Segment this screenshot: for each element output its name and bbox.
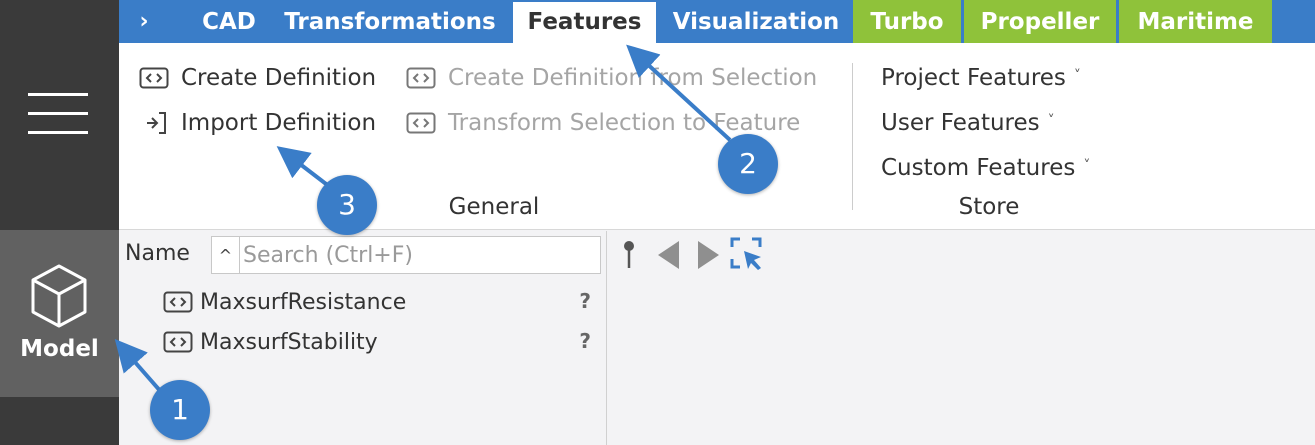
arrow-3 <box>276 146 332 189</box>
arrow-2 <box>626 44 732 142</box>
app-window: Model › CAD Transformations Features Vis… <box>0 0 1315 445</box>
callout-badge-3: 3 <box>317 175 377 235</box>
annotation-arrows <box>114 44 732 395</box>
callout-badge-2: 2 <box>718 134 778 194</box>
arrow-1 <box>114 338 164 395</box>
callout-badge-1: 1 <box>150 380 210 440</box>
